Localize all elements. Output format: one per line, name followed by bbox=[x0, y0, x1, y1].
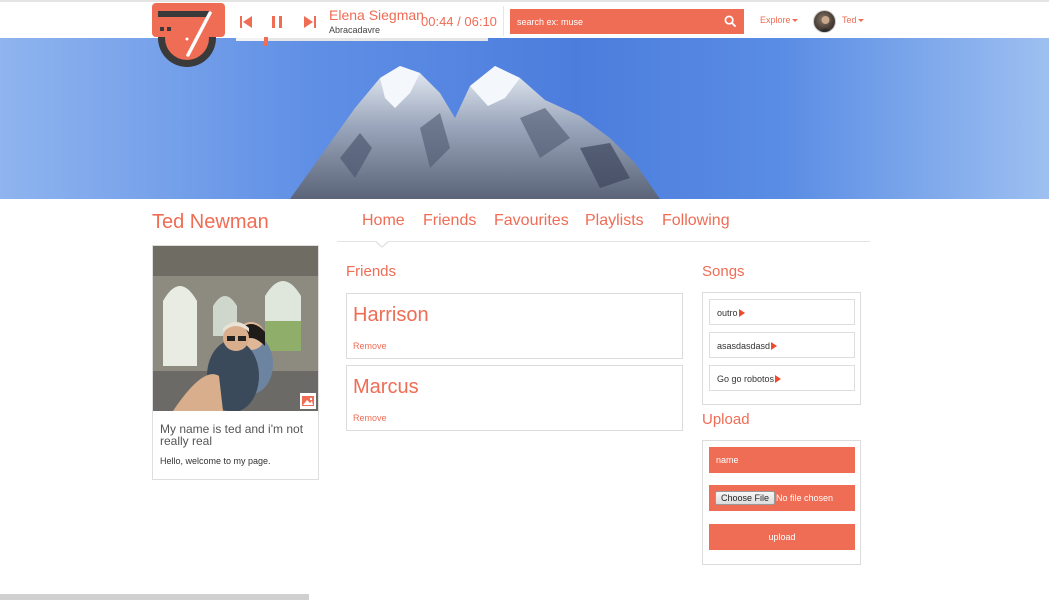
horizontal-scrollbar[interactable] bbox=[0, 594, 309, 600]
track-progress-fill bbox=[236, 38, 267, 41]
search-icon[interactable] bbox=[724, 15, 737, 28]
choose-file-button[interactable]: Choose File bbox=[715, 491, 776, 505]
search-input[interactable] bbox=[510, 9, 720, 34]
now-playing-title: Elena Siegman bbox=[329, 7, 424, 23]
pause-icon bbox=[272, 16, 282, 28]
search-bar bbox=[510, 9, 744, 34]
friend-card: Marcus Remove bbox=[346, 365, 683, 431]
play-icon bbox=[771, 342, 778, 350]
song-item[interactable]: outro bbox=[709, 299, 855, 325]
remove-friend-link[interactable]: Remove bbox=[353, 413, 387, 423]
chevron-down-icon bbox=[857, 19, 864, 23]
profile-photo bbox=[153, 246, 318, 411]
song-label: asasdasdasd bbox=[717, 341, 778, 351]
track-time: 00:44 / 06:10 bbox=[421, 14, 497, 29]
tab-playlists[interactable]: Playlists bbox=[585, 212, 644, 230]
song-title: outro bbox=[717, 308, 738, 318]
upload-button[interactable]: upload bbox=[709, 524, 855, 550]
friend-card: Harrison Remove bbox=[346, 293, 683, 359]
edit-photo-button[interactable] bbox=[300, 393, 316, 409]
next-track-button[interactable] bbox=[300, 12, 320, 32]
topbar-divider bbox=[503, 6, 504, 36]
profile-name: Ted Newman bbox=[152, 211, 269, 233]
explore-label: Explore bbox=[760, 15, 791, 25]
turntable-logo-icon bbox=[152, 3, 225, 67]
remove-friend-link[interactable]: Remove bbox=[353, 341, 387, 351]
play-icon bbox=[775, 375, 782, 383]
tab-following[interactable]: Following bbox=[662, 212, 730, 230]
song-name-field bbox=[709, 447, 855, 473]
song-title: asasdasdasd bbox=[717, 341, 771, 351]
upload-section-title: Upload bbox=[702, 411, 750, 428]
song-label: outro bbox=[717, 308, 745, 318]
profile-bio: My name is ted and i'm not really real bbox=[160, 422, 304, 448]
friends-section-title: Friends bbox=[346, 263, 397, 280]
chevron-down-icon bbox=[791, 19, 798, 23]
track-progress-handle[interactable] bbox=[264, 37, 269, 46]
track-progress-bar[interactable] bbox=[236, 37, 488, 46]
pause-button[interactable] bbox=[267, 12, 287, 32]
user-menu-label: Ted bbox=[842, 15, 857, 25]
songs-section-title: Songs bbox=[702, 263, 745, 280]
profile-tabs: Home Friends Favourites Playlists Follow… bbox=[337, 210, 870, 242]
tab-friends[interactable]: Friends bbox=[423, 212, 476, 230]
explore-menu[interactable]: Explore bbox=[760, 15, 798, 25]
avatar[interactable] bbox=[813, 10, 836, 33]
friend-name[interactable]: Marcus bbox=[353, 376, 419, 399]
site-logo[interactable] bbox=[152, 3, 226, 67]
tab-home[interactable]: Home bbox=[362, 212, 405, 230]
tab-favourites[interactable]: Favourites bbox=[494, 212, 569, 230]
upload-form: Choose File No file chosen upload bbox=[702, 440, 861, 565]
user-photo-icon bbox=[818, 16, 833, 32]
image-icon bbox=[302, 396, 314, 406]
profile-welcome-text: Hello, welcome to my page. bbox=[160, 456, 271, 466]
previous-track-button[interactable] bbox=[236, 12, 256, 32]
profile-selfie-image bbox=[153, 246, 318, 411]
user-menu[interactable]: Ted bbox=[842, 15, 864, 25]
now-playing-artist: Abracadavre bbox=[329, 25, 381, 35]
file-picker: Choose File No file chosen bbox=[709, 485, 855, 511]
song-label: Go go robotos bbox=[717, 374, 782, 384]
song-item[interactable]: asasdasdasd bbox=[709, 332, 855, 358]
skip-previous-icon bbox=[240, 16, 252, 28]
song-title: Go go robotos bbox=[717, 374, 775, 384]
profile-card: My name is ted and i'm not really real H… bbox=[152, 245, 319, 480]
active-tab-indicator bbox=[374, 240, 390, 248]
file-status-text: No file chosen bbox=[776, 493, 834, 503]
song-item[interactable]: Go go robotos bbox=[709, 365, 855, 391]
friend-name[interactable]: Harrison bbox=[353, 304, 429, 327]
skip-next-icon bbox=[304, 16, 316, 28]
song-name-input[interactable] bbox=[709, 447, 855, 473]
play-icon bbox=[738, 309, 745, 317]
songs-list: outro asasdasdasd Go go robotos bbox=[702, 292, 861, 405]
